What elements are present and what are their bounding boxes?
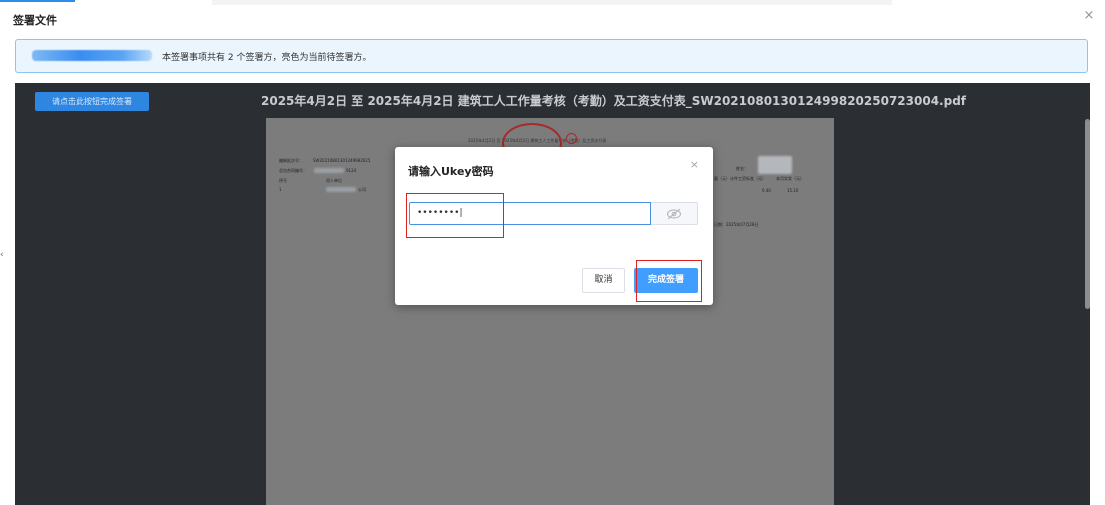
row-seq: 1 [279,187,282,192]
viewer-scrollbar[interactable] [1085,119,1090,309]
right-value-1: 0.40 [762,188,771,193]
signer-info-text: 本签署事项共有 2 个签署方，亮色为当前待签署方。 [162,53,372,63]
field1-value: SW20210801301249982025 [313,158,371,163]
top-strip [212,0,892,5]
complete-sign-button[interactable]: 请点击此按钮完成签署 [35,92,149,111]
password-visibility-toggle[interactable] [651,202,698,225]
close-icon[interactable]: × [1082,9,1096,23]
right-name-label: 姓名： [736,166,748,171]
chevron-left-icon[interactable]: ‹ [0,250,8,260]
redacted-unit [326,187,356,192]
field1-label: 编制批次号： [279,158,303,163]
redacted-value [314,168,344,173]
seal-mark [566,133,577,144]
field2-label: 总包合同编号： [279,168,307,173]
row-unit-suffix: 公司 [358,187,366,192]
right-date: 日期：2025年07月28日 [714,222,759,227]
close-icon[interactable]: × [690,158,699,171]
col-unit: 用人单位 [326,178,342,183]
current-signer-badge [32,50,152,61]
modal-title: 请输入Ukey密码 [408,165,494,178]
dialog-title: 签署文件 [13,14,57,27]
cancel-button[interactable]: 取消 [582,268,625,293]
col-seq: 序号 [279,178,287,183]
redacted-signature [758,156,792,174]
signer-info-bar: 本签署事项共有 2 个签署方，亮色为当前待签署方。 [15,39,1088,73]
pdf-filename: 2025年4月2日 至 2025年4月2日 建筑工人工作量考核（考勤）及工资支付… [261,94,967,108]
right-calc-label: 量（元）计件工资标准（元） [714,176,766,181]
annotation-box-confirm [636,260,702,302]
right-pay-label: 本月实发（元） [776,176,804,181]
eye-off-icon [667,208,681,220]
active-tab-indicator [0,0,75,2]
right-value-2: 15.10 [787,188,799,193]
annotation-box-password [406,193,504,238]
field2-value: 0124 [346,168,357,173]
